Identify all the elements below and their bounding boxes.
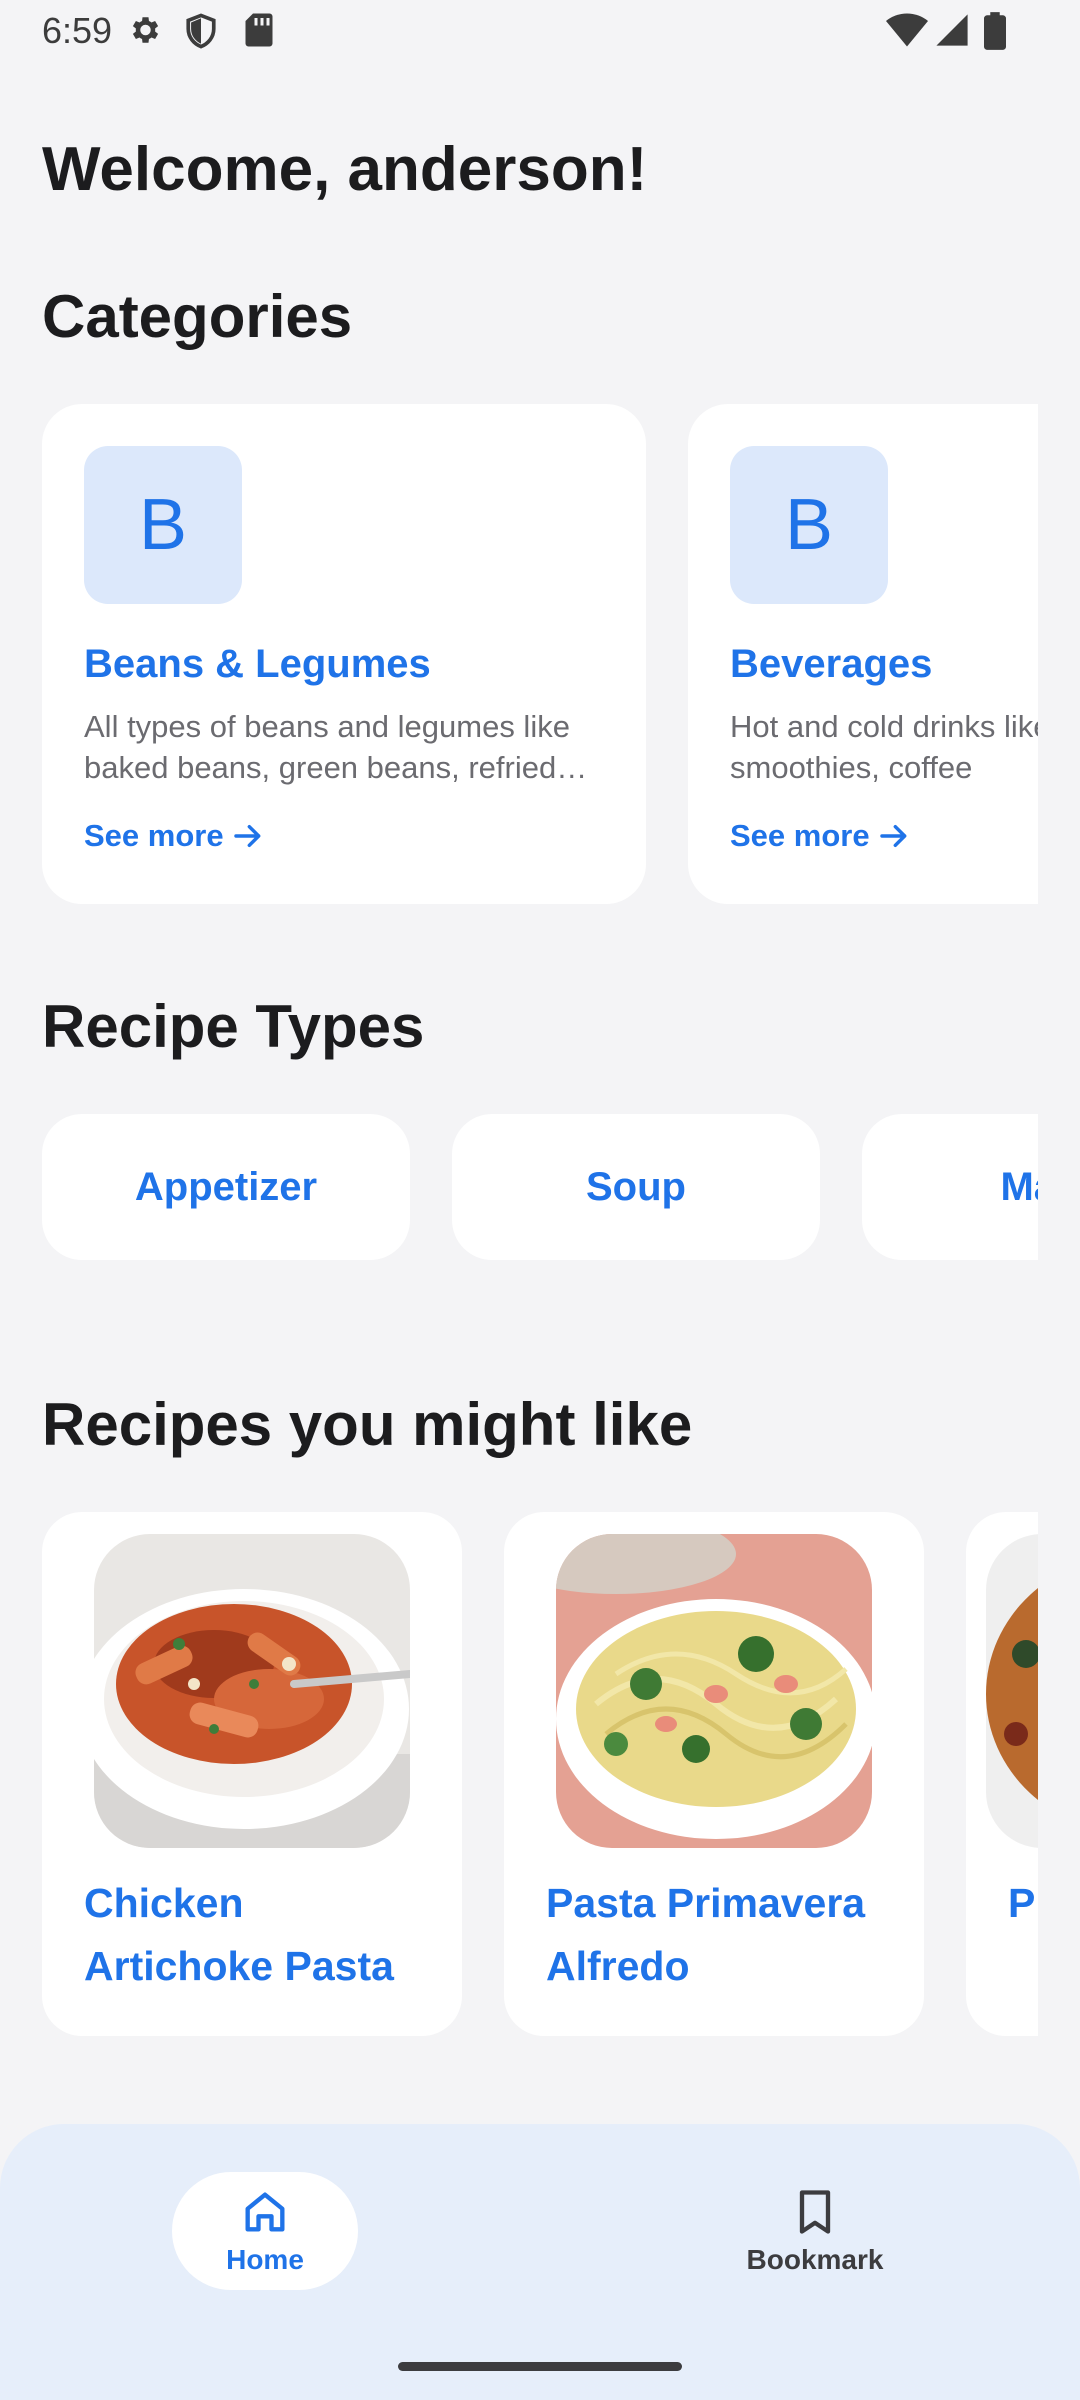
category-description: Hot and cold drinks like soda, smoothies…: [730, 709, 1038, 785]
category-card-beans-legumes[interactable]: B Beans & Legumes All types of beans and…: [42, 404, 646, 904]
recipe-type-appetizer[interactable]: Appetizer: [42, 1114, 410, 1260]
nav-bookmark-label: Bookmark: [746, 2244, 884, 2275]
recipe-card-partial[interactable]: P: [966, 1512, 1038, 2036]
recipe-title: Chicken Artichoke Pasta: [84, 1880, 394, 1989]
recipe-types-heading: Recipe Types: [42, 993, 425, 1060]
recipe-photo-penne-bolognese: [94, 1534, 410, 1848]
nav-home-label: Home: [226, 2244, 304, 2275]
category-card-beverages[interactable]: B Beverages Hot and cold drinks like sod…: [688, 404, 1038, 904]
see-more-label: See more: [84, 818, 224, 853]
home-icon: [245, 2192, 285, 2232]
nav-bookmark-tab[interactable]: Bookmark: [720, 2172, 910, 2290]
home-screen: 6:59 Welcome, anderson! Categories B Bea…: [0, 0, 1080, 2400]
recipe-card-chicken-artichoke-pasta[interactable]: Chicken Artichoke Pasta: [42, 1512, 462, 2036]
shield-icon: [186, 13, 216, 49]
recipe-type-main[interactable]: Main: [862, 1114, 1038, 1260]
recipe-photo-rotini: [986, 1534, 1038, 1848]
categories-carousel[interactable]: B Beans & Legumes All types of beans and…: [42, 404, 1038, 904]
see-more-link[interactable]: See more: [730, 818, 912, 854]
see-more-link[interactable]: See more: [84, 818, 266, 854]
category-name: Beverages: [730, 642, 933, 686]
recipes-carousel[interactable]: Chicken Artichoke Pasta Pasta Primavera …: [42, 1512, 1038, 2036]
status-bar: 6:59: [0, 0, 1080, 64]
category-initial-badge: B: [84, 446, 242, 604]
cell-signal-icon: [936, 14, 968, 46]
arrow-right-icon: [879, 824, 906, 848]
categories-heading: Categories: [42, 283, 353, 350]
welcome-heading: Welcome, anderson!: [42, 135, 648, 204]
recipe-types-carousel[interactable]: Appetizer Soup Main: [42, 1114, 1038, 1260]
recipe-type-soup[interactable]: Soup: [452, 1114, 820, 1260]
bottom-navigation: Home Bookmark: [0, 2124, 1080, 2400]
sd-card-icon: [245, 13, 273, 47]
bookmark-icon: [799, 2190, 831, 2234]
settings-gear-icon: [132, 17, 159, 43]
status-time: 6:59: [42, 10, 113, 51]
battery-icon: [984, 12, 1006, 50]
arrow-right-icon: [233, 824, 260, 848]
wifi-icon: [886, 13, 928, 47]
category-name: Beans & Legumes: [84, 642, 431, 686]
gesture-navigation-bar[interactable]: [398, 2362, 682, 2371]
recipe-card-pasta-primavera-alfredo[interactable]: Pasta Primavera Alfredo: [504, 1512, 924, 2036]
nav-home-tab[interactable]: Home: [172, 2172, 358, 2290]
recipe-photo-pasta-primavera: [556, 1534, 872, 1848]
category-description: All types of beans and legumes like bake…: [84, 709, 570, 785]
see-more-label: See more: [730, 818, 870, 853]
category-initial-badge: B: [730, 446, 888, 604]
recipe-title: Pasta Primavera Alfredo: [546, 1880, 866, 1989]
recipe-title: P: [1008, 1880, 1036, 1926]
recipes-heading: Recipes you might like: [42, 1391, 693, 1458]
